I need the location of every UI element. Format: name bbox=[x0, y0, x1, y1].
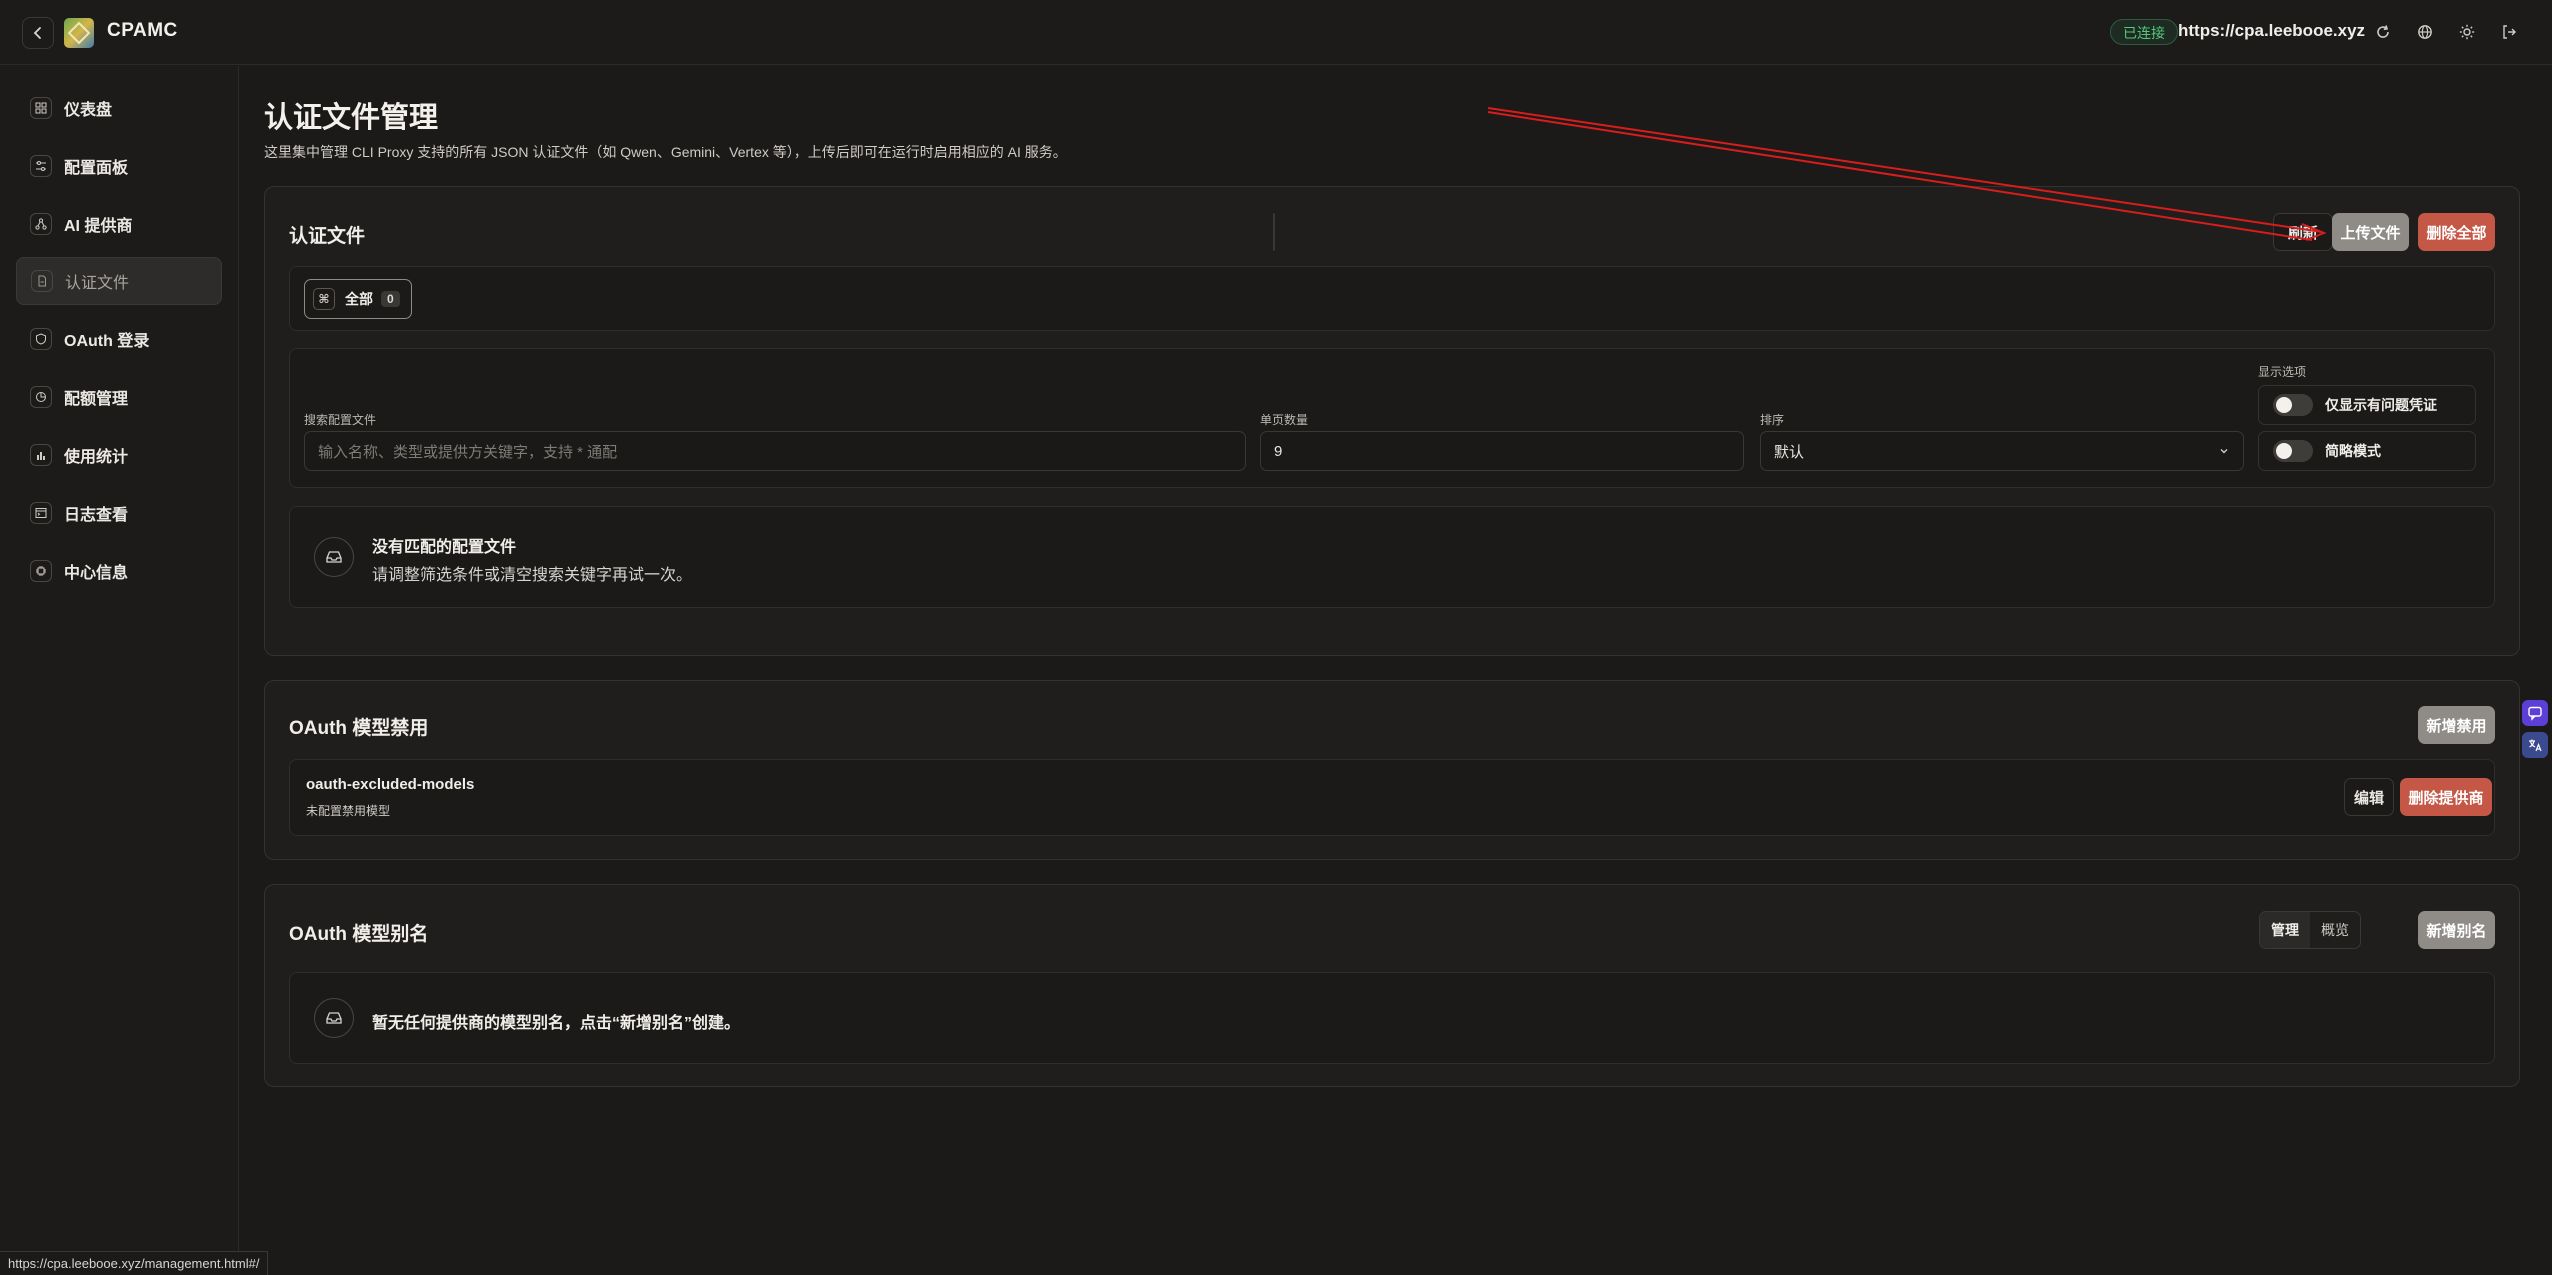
excluded-models-row: oauth-excluded-models 未配置禁用模型 编辑 删除提供商 bbox=[289, 759, 2495, 836]
app-brand: CPAMC bbox=[107, 20, 178, 41]
search-input[interactable]: 输入名称、类型或提供方关键字，支持 * 通配 bbox=[304, 431, 1246, 471]
search-label: 搜索配置文件 bbox=[304, 413, 377, 427]
server-url: https://cpa.leebooe.xyz bbox=[2178, 21, 2366, 40]
add-exclusion-button[interactable]: 新增禁用 bbox=[2418, 706, 2495, 744]
refresh-icon bbox=[2377, 25, 2389, 38]
chat-icon bbox=[2528, 706, 2542, 721]
sidebar-item-quota[interactable]: 配额管理 bbox=[16, 373, 222, 421]
problem-only-label: 仅显示有问题凭证 bbox=[2325, 397, 2437, 413]
command-icon: ⌘ bbox=[313, 288, 335, 310]
alias-empty-text: 暂无任何提供商的模型别名，点击“新增别名”创建。 bbox=[372, 1015, 741, 1032]
empty-description: 请调整筛选条件或清空搜索关键字再试一次。 bbox=[372, 567, 693, 584]
sidebar-item-label: 配置面板 bbox=[64, 160, 129, 177]
upload-file-button[interactable]: 上传文件 bbox=[2332, 213, 2409, 251]
compact-mode-toggle-row[interactable]: 简略模式 bbox=[2258, 431, 2476, 471]
bar-chart-icon bbox=[30, 444, 52, 466]
sort-select-value: 默认 bbox=[1774, 443, 1805, 461]
sidebar-item-config[interactable]: 配置面板 bbox=[16, 142, 222, 190]
compact-mode-label: 简略模式 bbox=[2325, 443, 2381, 459]
connection-status-badge: 已连接 bbox=[2110, 19, 2178, 45]
sidebar-item-oauth-login[interactable]: OAuth 登录 bbox=[16, 315, 222, 363]
sidebar-item-auth-files[interactable]: 认证文件 bbox=[16, 257, 222, 305]
display-options-label: 显示选项 bbox=[2258, 365, 2307, 379]
shield-icon bbox=[30, 328, 52, 350]
back-button[interactable] bbox=[22, 17, 54, 49]
sliders-icon bbox=[30, 155, 52, 177]
theme-toggle-button[interactable] bbox=[2455, 20, 2479, 44]
sidebar-item-center-info[interactable]: 中心信息 bbox=[16, 547, 222, 595]
sidebar-item-label: 日志查看 bbox=[64, 507, 129, 524]
sidebar: 仪表盘 配置面板 AI 提供商 认证文件 OAuth 登录 配额管理 使用统计 … bbox=[0, 66, 239, 1274]
filter-chip-count: 0 bbox=[381, 291, 400, 307]
excluded-row-subtitle: 未配置禁用模型 bbox=[306, 804, 391, 818]
inbox-icon bbox=[314, 537, 354, 577]
empty-title: 没有匹配的配置文件 bbox=[372, 539, 517, 556]
sort-label: 排序 bbox=[1760, 413, 1785, 427]
network-icon bbox=[30, 213, 52, 235]
add-alias-button[interactable]: 新增别名 bbox=[2418, 911, 2495, 949]
search-controls: 搜索配置文件 输入名称、类型或提供方关键字，支持 * 通配 单页数量 9 排序 … bbox=[289, 348, 2495, 488]
oauth-alias-card: OAuth 模型别名 管理 概览 新增别名 暂无任何提供商的模型别名，点击“新增… bbox=[264, 884, 2520, 1087]
inbox-icon bbox=[314, 998, 354, 1038]
auth-files-title: 认证文件 bbox=[289, 226, 366, 247]
compact-mode-switch[interactable] bbox=[2273, 440, 2313, 462]
chevron-left-icon bbox=[33, 27, 41, 39]
sidebar-item-label: 认证文件 bbox=[65, 275, 130, 292]
translate-button[interactable] bbox=[2522, 732, 2548, 758]
page-size-input[interactable]: 9 bbox=[1260, 431, 1744, 471]
filter-chip-label: 全部 bbox=[345, 291, 373, 307]
problem-only-switch[interactable] bbox=[2273, 394, 2313, 416]
tab-manage[interactable]: 管理 bbox=[2260, 912, 2310, 948]
logout-button[interactable] bbox=[2497, 20, 2521, 44]
oauth-alias-title: OAuth 模型别名 bbox=[289, 924, 429, 945]
sidebar-item-label: AI 提供商 bbox=[64, 218, 133, 235]
auth-files-card: 认证文件 刷新 上传文件 删除全部 ⌘ 全部 0 搜索配置文件 输入名称、类型或… bbox=[264, 186, 2520, 656]
sidebar-item-label: 仪表盘 bbox=[64, 102, 113, 119]
sidebar-item-label: OAuth 登录 bbox=[64, 333, 150, 350]
terminal-icon bbox=[30, 502, 52, 524]
sidebar-item-label: 中心信息 bbox=[64, 565, 129, 582]
delete-provider-button[interactable]: 删除提供商 bbox=[2400, 778, 2492, 816]
logout-icon bbox=[2503, 25, 2516, 39]
problem-only-toggle-row[interactable]: 仅显示有问题凭证 bbox=[2258, 385, 2476, 425]
delete-all-button[interactable]: 删除全部 bbox=[2418, 213, 2495, 251]
sidebar-item-usage-stats[interactable]: 使用统计 bbox=[16, 431, 222, 479]
refresh-button[interactable] bbox=[2371, 20, 2395, 44]
filter-bar: ⌘ 全部 0 bbox=[289, 266, 2495, 331]
alias-view-switch: 管理 概览 bbox=[2259, 911, 2361, 949]
language-button[interactable] bbox=[2413, 20, 2437, 44]
pie-icon bbox=[30, 386, 52, 408]
dashboard-icon bbox=[30, 97, 52, 119]
app-logo bbox=[64, 18, 94, 48]
page-title: 认证文件管理 bbox=[264, 102, 439, 134]
sidebar-item-dashboard[interactable]: 仪表盘 bbox=[16, 84, 222, 132]
chevron-down-icon bbox=[2220, 449, 2228, 454]
sun-icon bbox=[2459, 24, 2475, 40]
sidebar-item-ai-providers[interactable]: AI 提供商 bbox=[16, 200, 222, 248]
excluded-row-name: oauth-excluded-models bbox=[306, 776, 475, 793]
page-size-label: 单页数量 bbox=[1260, 413, 1309, 427]
sidebar-item-logs[interactable]: 日志查看 bbox=[16, 489, 222, 537]
oauth-excluded-title: OAuth 模型禁用 bbox=[289, 718, 429, 739]
alias-empty-state: 暂无任何提供商的模型别名，点击“新增别名”创建。 bbox=[289, 972, 2495, 1064]
refresh-button[interactable]: 刷新 bbox=[2273, 213, 2333, 251]
edit-button[interactable]: 编辑 bbox=[2344, 778, 2394, 816]
chip-icon bbox=[30, 560, 52, 582]
page-description: 这里集中管理 CLI Proxy 支持的所有 JSON 认证文件（如 Qwen、… bbox=[264, 144, 1067, 160]
globe-icon bbox=[2418, 25, 2432, 39]
file-icon bbox=[31, 270, 53, 292]
browser-status-url: https://cpa.leebooe.xyz/management.html#… bbox=[0, 1251, 269, 1275]
sidebar-item-label: 配额管理 bbox=[64, 391, 129, 408]
filter-chip-all[interactable]: ⌘ 全部 0 bbox=[304, 279, 412, 319]
sidebar-item-label: 使用统计 bbox=[64, 449, 129, 466]
oauth-excluded-card: OAuth 模型禁用 新增禁用 oauth-excluded-models 未配… bbox=[264, 680, 2520, 860]
auth-files-empty-state: 没有匹配的配置文件 请调整筛选条件或清空搜索关键字再试一次。 bbox=[289, 506, 2495, 608]
extension-chat-button[interactable] bbox=[2522, 700, 2548, 726]
tab-overview[interactable]: 概览 bbox=[2310, 912, 2360, 948]
top-bar: CPAMC 已连接 https://cpa.leebooe.xyz bbox=[0, 0, 2552, 65]
translate-icon bbox=[2529, 739, 2542, 752]
sort-select[interactable]: 默认 bbox=[1760, 431, 2244, 471]
